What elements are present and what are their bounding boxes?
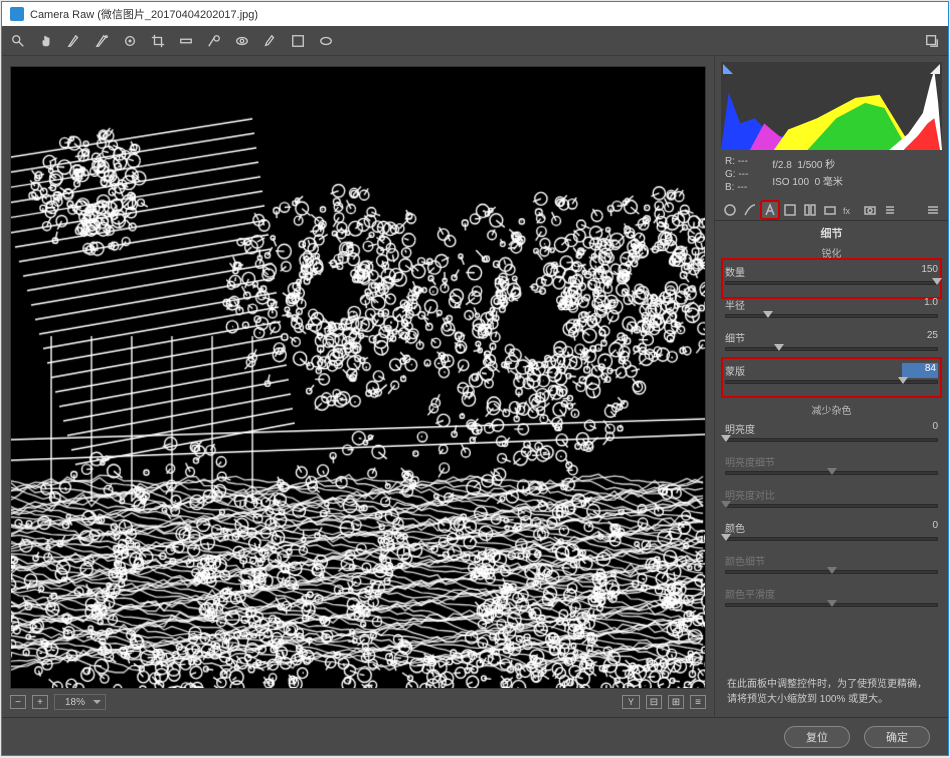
zoom-in-button[interactable]: +: [32, 695, 48, 709]
tab-basic-icon[interactable]: [721, 201, 739, 219]
preferences-icon[interactable]: [924, 33, 940, 49]
noise-section-title: 减少杂色: [715, 400, 948, 419]
mask-slider[interactable]: 蒙版84: [725, 361, 938, 394]
color-smoothness-slider: 颜色平滑度: [725, 584, 938, 617]
reset-button[interactable]: 复位: [784, 726, 850, 748]
spot-removal-tool-icon[interactable]: [206, 33, 222, 49]
tab-presets-icon[interactable]: [881, 201, 899, 219]
image-info: R: --- G: --- B: --- f/2.8 1/500 秒 ISO 1…: [715, 152, 948, 199]
hint-text: 在此面板中调整控件时，为了使预览更精确，请将预览大小缩放到 100% 或更大。: [715, 667, 948, 717]
compare-swap-button[interactable]: ⊞: [668, 695, 684, 709]
tab-curve-icon[interactable]: [741, 201, 759, 219]
preview-canvas: [11, 67, 705, 688]
preview-footer: − + 18% Y ⊟ ⊞ ≡: [10, 689, 706, 711]
radial-filter-tool-icon[interactable]: [318, 33, 334, 49]
camera-raw-window: Camera Raw (微信图片_20170404202017.jpg): [1, 1, 949, 756]
amount-slider[interactable]: 数量150: [725, 262, 938, 295]
detail-slider[interactable]: 细节25: [725, 328, 938, 361]
main-area: − + 18% Y ⊟ ⊞ ≡: [2, 56, 714, 717]
hand-tool-icon[interactable]: [38, 33, 54, 49]
sharpen-section-title: 锐化: [715, 243, 948, 262]
histogram[interactable]: [721, 62, 942, 150]
panel-title: 细节: [715, 221, 948, 243]
straighten-tool-icon[interactable]: [178, 33, 194, 49]
graduated-filter-tool-icon[interactable]: [290, 33, 306, 49]
white-balance-tool-icon[interactable]: [66, 33, 82, 49]
tab-lens-icon[interactable]: [821, 201, 839, 219]
tab-detail-icon[interactable]: [761, 201, 779, 219]
highlight-clip-indicator[interactable]: [930, 64, 940, 74]
targeted-adjustment-tool-icon[interactable]: [122, 33, 138, 49]
compare-y-button[interactable]: Y: [622, 695, 640, 709]
color-detail-slider: 颜色细节: [725, 551, 938, 584]
rgb-r: R: ---: [725, 156, 748, 167]
luminance-detail-slider: 明亮度细节: [725, 452, 938, 485]
detail-panel: 细节 锐化 数量150 半径1.0 细节25: [715, 221, 948, 717]
zoom-tool-icon[interactable]: [10, 33, 26, 49]
red-eye-tool-icon[interactable]: [234, 33, 250, 49]
compare-split-button[interactable]: ⊟: [646, 695, 662, 709]
tab-split-icon[interactable]: [801, 201, 819, 219]
luminance-slider[interactable]: 明亮度0: [725, 419, 938, 452]
rgb-b: B: ---: [725, 182, 748, 193]
footer: 复位 确定: [2, 717, 948, 755]
tab-camera-icon[interactable]: [861, 201, 879, 219]
svg-text:fx: fx: [843, 206, 851, 216]
panel-tab-strip: fx: [715, 199, 948, 221]
ok-button[interactable]: 确定: [864, 726, 930, 748]
content: − + 18% Y ⊟ ⊞ ≡: [2, 56, 948, 717]
shadow-clip-indicator[interactable]: [723, 64, 733, 74]
tab-fx-icon[interactable]: fx: [841, 201, 859, 219]
adjustment-brush-tool-icon[interactable]: [262, 33, 278, 49]
panel-menu-icon[interactable]: [924, 201, 942, 219]
body: − + 18% Y ⊟ ⊞ ≡: [2, 26, 948, 755]
toolbar: [2, 26, 948, 56]
settings-menu-button[interactable]: ≡: [690, 695, 706, 709]
window-title: Camera Raw (微信图片_20170404202017.jpg): [30, 6, 258, 22]
side-panel: R: --- G: --- B: --- f/2.8 1/500 秒 ISO 1…: [714, 56, 948, 717]
luminance-contrast-slider: 明亮度对比: [725, 485, 938, 518]
image-preview[interactable]: [10, 66, 706, 689]
color-slider[interactable]: 颜色0: [725, 518, 938, 551]
crop-tool-icon[interactable]: [150, 33, 166, 49]
color-sampler-tool-icon[interactable]: [94, 33, 110, 49]
zoom-level-dropdown[interactable]: 18%: [54, 694, 106, 710]
titlebar: Camera Raw (微信图片_20170404202017.jpg): [2, 2, 948, 26]
rgb-g: G: ---: [725, 169, 748, 180]
radius-slider[interactable]: 半径1.0: [725, 295, 938, 328]
zoom-out-button[interactable]: −: [10, 695, 26, 709]
tab-hsl-icon[interactable]: [781, 201, 799, 219]
app-icon: [10, 7, 24, 21]
